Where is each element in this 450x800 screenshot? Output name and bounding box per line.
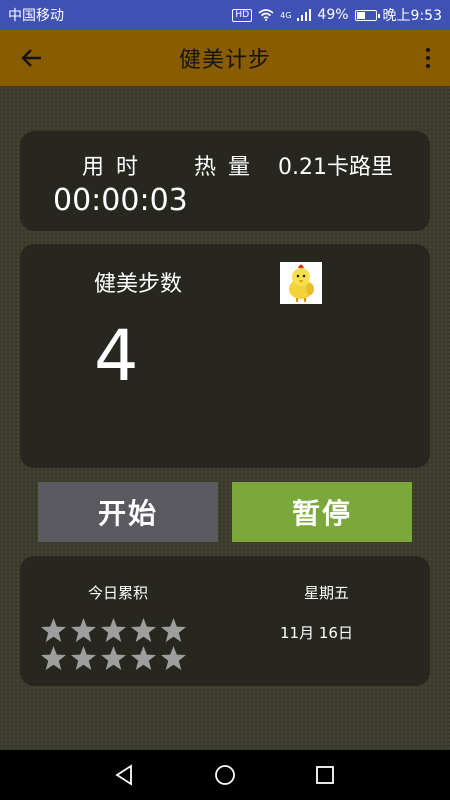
pause-button[interactable]: 暂停 bbox=[232, 482, 412, 542]
hd-badge: HD bbox=[232, 8, 253, 22]
daily-stats-card: 今日累积 星期五 11月 16日 bbox=[20, 556, 430, 686]
star-icon bbox=[71, 645, 96, 670]
time-label: 用时 bbox=[82, 155, 151, 180]
triangle-back-icon[interactable] bbox=[112, 763, 136, 787]
more-vert-icon bbox=[426, 48, 430, 52]
star-icon bbox=[41, 645, 66, 670]
weekday-label: 星期五 bbox=[304, 584, 350, 602]
signal-icon bbox=[297, 9, 312, 21]
star-icon bbox=[161, 645, 186, 670]
elapsed-time-value: 00:00:03 bbox=[53, 183, 188, 218]
battery-fill bbox=[356, 11, 366, 19]
page-title: 健美计步 bbox=[178, 48, 271, 73]
start-button[interactable]: 开始 bbox=[38, 482, 218, 542]
back-button[interactable] bbox=[18, 44, 46, 72]
star-icon bbox=[71, 617, 96, 642]
square-recents-icon[interactable] bbox=[313, 763, 337, 787]
status-icons: HD 4G 49% 晚上9:53 bbox=[232, 5, 442, 25]
star-icon bbox=[101, 617, 126, 642]
wifi-icon bbox=[258, 9, 274, 21]
calorie-label: 热量 bbox=[194, 155, 263, 180]
system-nav-bar bbox=[0, 750, 450, 800]
main-content: 用时 热量 0.21卡路里 00:00:03 健美步数 4 开始 暂停 今日累积… bbox=[0, 86, 450, 750]
star-rating bbox=[40, 616, 200, 672]
battery-percent: 49% bbox=[317, 7, 349, 23]
star-row bbox=[40, 644, 200, 672]
star-icon bbox=[131, 617, 156, 642]
star-icon bbox=[161, 617, 186, 642]
more-options-button[interactable] bbox=[420, 44, 436, 72]
clock: 晚上9:53 bbox=[382, 8, 442, 24]
steps-count: 4 bbox=[94, 315, 139, 397]
star-row bbox=[40, 616, 200, 644]
status-bar: 中国移动 HD 4G 49% 晚上9:53 bbox=[0, 0, 450, 30]
star-icon bbox=[131, 645, 156, 670]
star-icon bbox=[101, 645, 126, 670]
yellow-chick-icon bbox=[280, 262, 322, 304]
app-bar: 健美计步 bbox=[0, 30, 450, 86]
network-label: 4G bbox=[280, 10, 292, 20]
star-icon bbox=[41, 617, 66, 642]
carrier-label: 中国移动 bbox=[8, 8, 64, 24]
time-calorie-card: 用时 热量 0.21卡路里 00:00:03 bbox=[20, 131, 430, 231]
calorie-value: 0.21卡路里 bbox=[278, 155, 393, 180]
circle-home-icon[interactable] bbox=[213, 763, 237, 787]
steps-label: 健美步数 bbox=[94, 272, 183, 297]
date-label: 11月 16日 bbox=[280, 624, 353, 642]
today-total-label: 今日累积 bbox=[88, 584, 149, 602]
arrow-left-icon bbox=[21, 49, 41, 67]
steps-card: 健美步数 4 bbox=[20, 244, 430, 468]
battery-icon bbox=[354, 9, 380, 21]
